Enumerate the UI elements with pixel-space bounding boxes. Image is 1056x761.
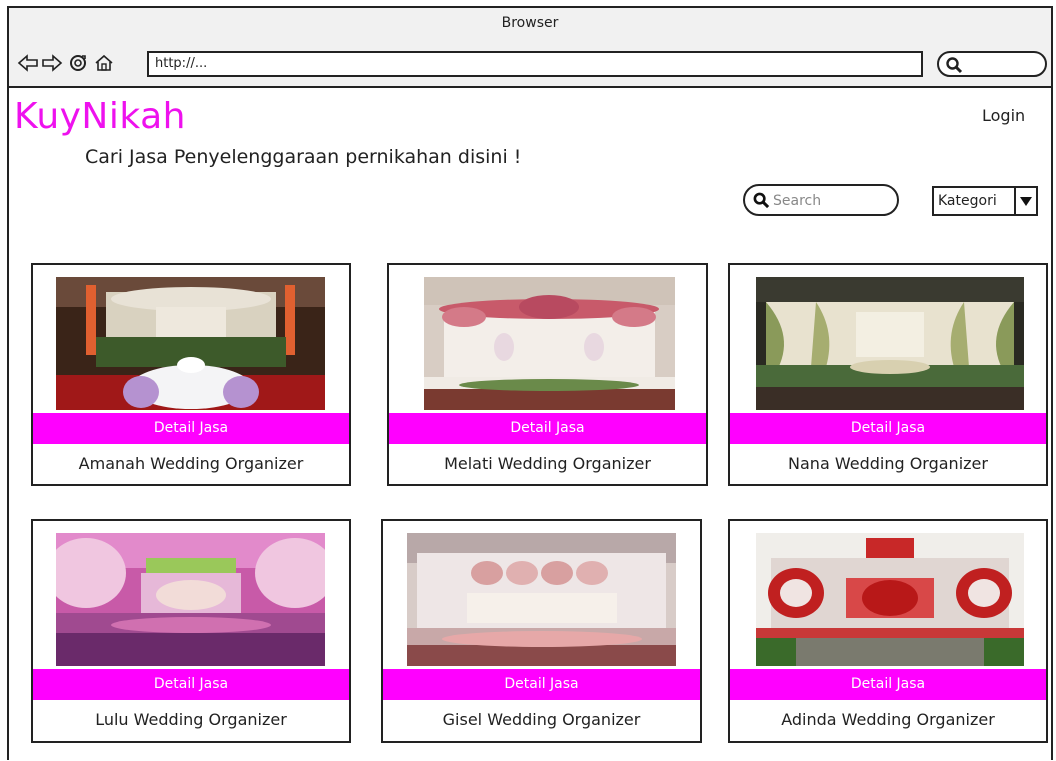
vendor-card[interactable]: Detail Jasa Lulu Wedding Organizer — [31, 519, 351, 743]
login-link[interactable]: Login — [982, 106, 1025, 125]
home-icon[interactable] — [93, 52, 115, 74]
forward-arrow-icon[interactable] — [41, 52, 63, 74]
site-logo[interactable]: KuyNikah — [14, 96, 186, 137]
vendor-name: Nana Wedding Organizer — [788, 454, 988, 473]
browser-search-field[interactable] — [937, 51, 1047, 77]
vendor-name: Melati Wedding Organizer — [444, 454, 651, 473]
chevron-down-icon — [1020, 197, 1032, 206]
browser-toolbar: http://... — [9, 44, 1051, 88]
detail-jasa-button[interactable]: Detail Jasa — [383, 669, 700, 700]
detail-jasa-button[interactable]: Detail Jasa — [730, 669, 1046, 700]
vendor-card[interactable]: Detail Jasa Nana Wedding Organizer — [728, 263, 1048, 486]
dropdown-toggle[interactable] — [1014, 188, 1036, 214]
vendor-name: Amanah Wedding Organizer — [78, 454, 304, 473]
vendor-card[interactable]: Detail Jasa Melati Wedding Organizer — [387, 263, 708, 486]
detail-jasa-button[interactable]: Detail Jasa — [33, 413, 349, 444]
detail-jasa-button[interactable]: Detail Jasa — [730, 413, 1046, 444]
vendor-photo — [56, 277, 325, 410]
url-input[interactable]: http://... — [147, 51, 923, 77]
window-title: Browser — [9, 8, 1051, 44]
vendor-card[interactable]: Detail Jasa Gisel Wedding Organizer — [381, 519, 702, 743]
vendor-name: Adinda Wedding Organizer — [781, 710, 995, 729]
category-selected-value: Kategori — [938, 193, 997, 209]
tagline: Cari Jasa Penyelenggaraan pernikahan dis… — [85, 146, 522, 168]
vendor-card[interactable]: Detail Jasa Adinda Wedding Organizer — [728, 519, 1048, 743]
vendor-photo — [756, 277, 1024, 410]
vendor-name: Lulu Wedding Organizer — [95, 710, 287, 729]
reload-icon[interactable] — [67, 52, 89, 74]
detail-jasa-button[interactable]: Detail Jasa — [389, 413, 706, 444]
vendor-name: Gisel Wedding Organizer — [442, 710, 641, 729]
vendor-photo — [756, 533, 1024, 666]
site-search[interactable] — [743, 184, 899, 216]
vendor-card[interactable]: Detail Jasa Amanah Wedding Organizer — [31, 263, 351, 486]
detail-jasa-button[interactable]: Detail Jasa — [33, 669, 349, 700]
back-arrow-icon[interactable] — [17, 52, 39, 74]
search-icon — [946, 57, 963, 74]
search-input[interactable] — [771, 190, 893, 212]
vendor-photo — [56, 533, 325, 666]
vendor-photo — [424, 277, 675, 410]
vendor-photo — [407, 533, 676, 666]
category-select[interactable]: Kategori — [932, 186, 1038, 216]
search-icon — [753, 192, 770, 209]
